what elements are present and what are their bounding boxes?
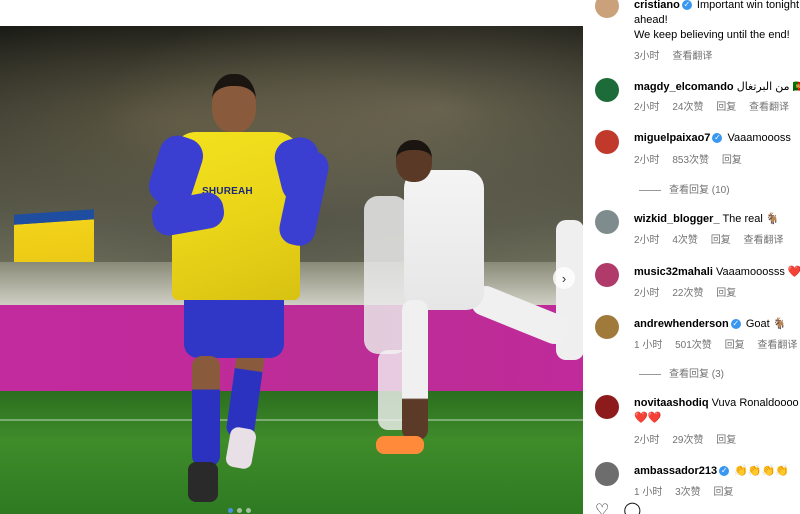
commenter-avatar[interactable] bbox=[595, 210, 619, 234]
carousel-dots bbox=[228, 508, 251, 513]
comment-time: 1 小时 bbox=[634, 340, 663, 351]
comment-likes[interactable]: 22次赞 bbox=[672, 288, 703, 299]
comment-text: Vaaamooosss ❤️❤️ bbox=[715, 266, 800, 278]
comment-likes[interactable]: 4次赞 bbox=[672, 235, 698, 246]
comment-likes[interactable]: 853次赞 bbox=[672, 155, 709, 166]
caption-text: Important win tonight bbox=[696, 0, 800, 11]
carousel-dot bbox=[237, 508, 242, 513]
comments-panel: cristiano ✓ Important win tonight ahead! … bbox=[583, 0, 800, 514]
caption-time: 3小时 bbox=[634, 51, 660, 62]
comment-meta: 2小时 24次赞 回复 查看翻译 ··· bbox=[634, 98, 800, 113]
comment-meta: 1 小时 501次赞 回复 查看翻译 bbox=[634, 336, 800, 351]
heart-icon[interactable]: ♡ bbox=[595, 500, 609, 514]
comment-icon[interactable]: ◯ bbox=[623, 500, 641, 514]
post-caption: cristiano ✓ Important win tonight ahead! … bbox=[583, 0, 800, 62]
running-player-boot bbox=[376, 436, 424, 454]
comment-time: 1 小时 bbox=[634, 487, 663, 498]
comment-likes[interactable]: 501次赞 bbox=[675, 340, 712, 351]
verified-badge-icon: ✓ bbox=[681, 0, 692, 11]
photo-top-gap bbox=[0, 0, 583, 26]
comment-meta: 2小时 29次赞 回复 bbox=[634, 431, 746, 446]
translate-link[interactable]: 查看翻译 bbox=[749, 102, 789, 113]
running-player-leg-left bbox=[402, 300, 428, 440]
comment-time: 2小时 bbox=[634, 288, 660, 299]
comment-text: Vuva Ronaldoooo bbox=[711, 397, 799, 409]
post-actions-bar: ♡ ◯ bbox=[595, 500, 641, 514]
post-photo[interactable]: SHUREAH › bbox=[0, 0, 583, 514]
comment-time: 2小时 bbox=[634, 235, 660, 246]
comment-text: Vaaamoooss bbox=[727, 132, 791, 144]
commenter-username[interactable]: novitaashodiq bbox=[634, 397, 709, 409]
commenter-avatar[interactable] bbox=[595, 263, 619, 287]
commenter-avatar[interactable] bbox=[595, 315, 619, 339]
reply-link[interactable]: 回复 bbox=[716, 288, 736, 299]
caption-line-3: We keep believing until the end! bbox=[634, 29, 790, 41]
comment-text: 👏👏👏👏 bbox=[734, 465, 790, 477]
author-avatar[interactable] bbox=[595, 0, 619, 18]
commenter-avatar[interactable] bbox=[595, 78, 619, 102]
next-image-button[interactable]: › bbox=[553, 267, 575, 289]
commenter-avatar[interactable] bbox=[595, 462, 619, 486]
commenter-avatar[interactable] bbox=[595, 130, 619, 154]
comment-text: Goat 🐐 bbox=[745, 318, 787, 330]
reply-link[interactable]: 回复 bbox=[713, 487, 733, 498]
comment-text-line-2: ❤️❤️ bbox=[634, 412, 662, 424]
comment-meta: 2小时 22次赞 回复 bbox=[634, 284, 746, 299]
reply-link[interactable]: 回复 bbox=[716, 102, 736, 113]
comment-line: music32mahali Vaaamooosss ❤️❤️ bbox=[634, 265, 800, 278]
comment-likes[interactable]: 24次赞 bbox=[672, 102, 703, 113]
reply-link[interactable]: 回复 bbox=[725, 340, 745, 351]
translate-link[interactable]: 查看翻译 bbox=[757, 340, 797, 351]
caption-translate-link[interactable]: 查看翻译 bbox=[672, 51, 712, 62]
caption-meta: 3小时 查看翻译 bbox=[634, 47, 722, 62]
comment-likes[interactable]: 29次赞 bbox=[672, 435, 703, 446]
instagram-post-view: SHUREAH › cristiano ✓ Important win tonig… bbox=[0, 0, 800, 514]
reply-link[interactable]: 回复 bbox=[711, 235, 731, 246]
main-player-leg-left bbox=[192, 356, 220, 466]
verified-badge-icon: ✓ bbox=[730, 319, 741, 330]
comment-time: 2小时 bbox=[634, 435, 660, 446]
caption-line-1: cristiano ✓ Important win tonight bbox=[634, 0, 799, 11]
view-replies-link[interactable]: 查看回复 (3) bbox=[639, 365, 724, 380]
comment-meta: 1 小时 3次赞 回复 bbox=[634, 483, 743, 498]
comment-line: ambassador213 ✓ 👏👏👏👏 bbox=[634, 464, 789, 477]
commenter-username[interactable]: magdy_elcomando bbox=[634, 81, 734, 93]
author-username[interactable]: cristiano bbox=[634, 0, 680, 11]
comment-text: من البرتغال 🇵🇹 bbox=[736, 81, 800, 93]
commenter-username[interactable]: andrewhenderson bbox=[634, 318, 729, 330]
verified-badge-icon: ✓ bbox=[719, 466, 730, 477]
comment-line: miguelpaixao7 ✓ Vaaamoooss bbox=[634, 132, 791, 144]
translate-link[interactable]: 查看翻译 bbox=[743, 235, 783, 246]
caption-line-2: ahead! bbox=[634, 14, 668, 26]
commenter-username[interactable]: miguelpaixao7 bbox=[634, 132, 710, 144]
comment-meta: 2小时 853次赞 回复 bbox=[634, 151, 752, 166]
carousel-dot-active bbox=[228, 508, 233, 513]
running-player-body bbox=[404, 170, 484, 310]
comment-time: 2小时 bbox=[634, 102, 660, 113]
pitch-grass bbox=[0, 391, 583, 514]
verified-badge-icon: ✓ bbox=[712, 133, 723, 144]
view-replies-link[interactable]: 查看回复 (10) bbox=[639, 181, 730, 196]
comment-time: 2小时 bbox=[634, 155, 660, 166]
commenter-avatar[interactable] bbox=[595, 395, 619, 419]
comment-text: The real 🐐 bbox=[722, 213, 780, 225]
comment-likes[interactable]: 3次赞 bbox=[675, 487, 701, 498]
running-player-head bbox=[396, 140, 432, 182]
comment-line: andrewhenderson ✓ Goat 🐐 bbox=[634, 317, 786, 330]
main-player-boot-left bbox=[188, 462, 218, 502]
comment-line: novitaashodiq Vuva Ronaldoooo bbox=[634, 397, 799, 409]
carousel-dot bbox=[246, 508, 251, 513]
commenter-username[interactable]: wizkid_blogger_ bbox=[634, 213, 720, 225]
comment-line: wizkid_blogger_ The real 🐐 bbox=[634, 212, 780, 225]
comment-line: magdy_elcomando من البرتغال 🇵🇹 bbox=[634, 80, 800, 93]
reply-link[interactable]: 回复 bbox=[722, 155, 742, 166]
commenter-username[interactable]: ambassador213 bbox=[634, 465, 717, 477]
commenter-username[interactable]: music32mahali bbox=[634, 266, 713, 278]
chevron-right-icon: › bbox=[561, 270, 567, 286]
reply-link[interactable]: 回复 bbox=[716, 435, 736, 446]
comment-meta: 2小时 4次赞 回复 查看翻译 bbox=[634, 231, 793, 246]
main-player-head bbox=[212, 74, 256, 132]
